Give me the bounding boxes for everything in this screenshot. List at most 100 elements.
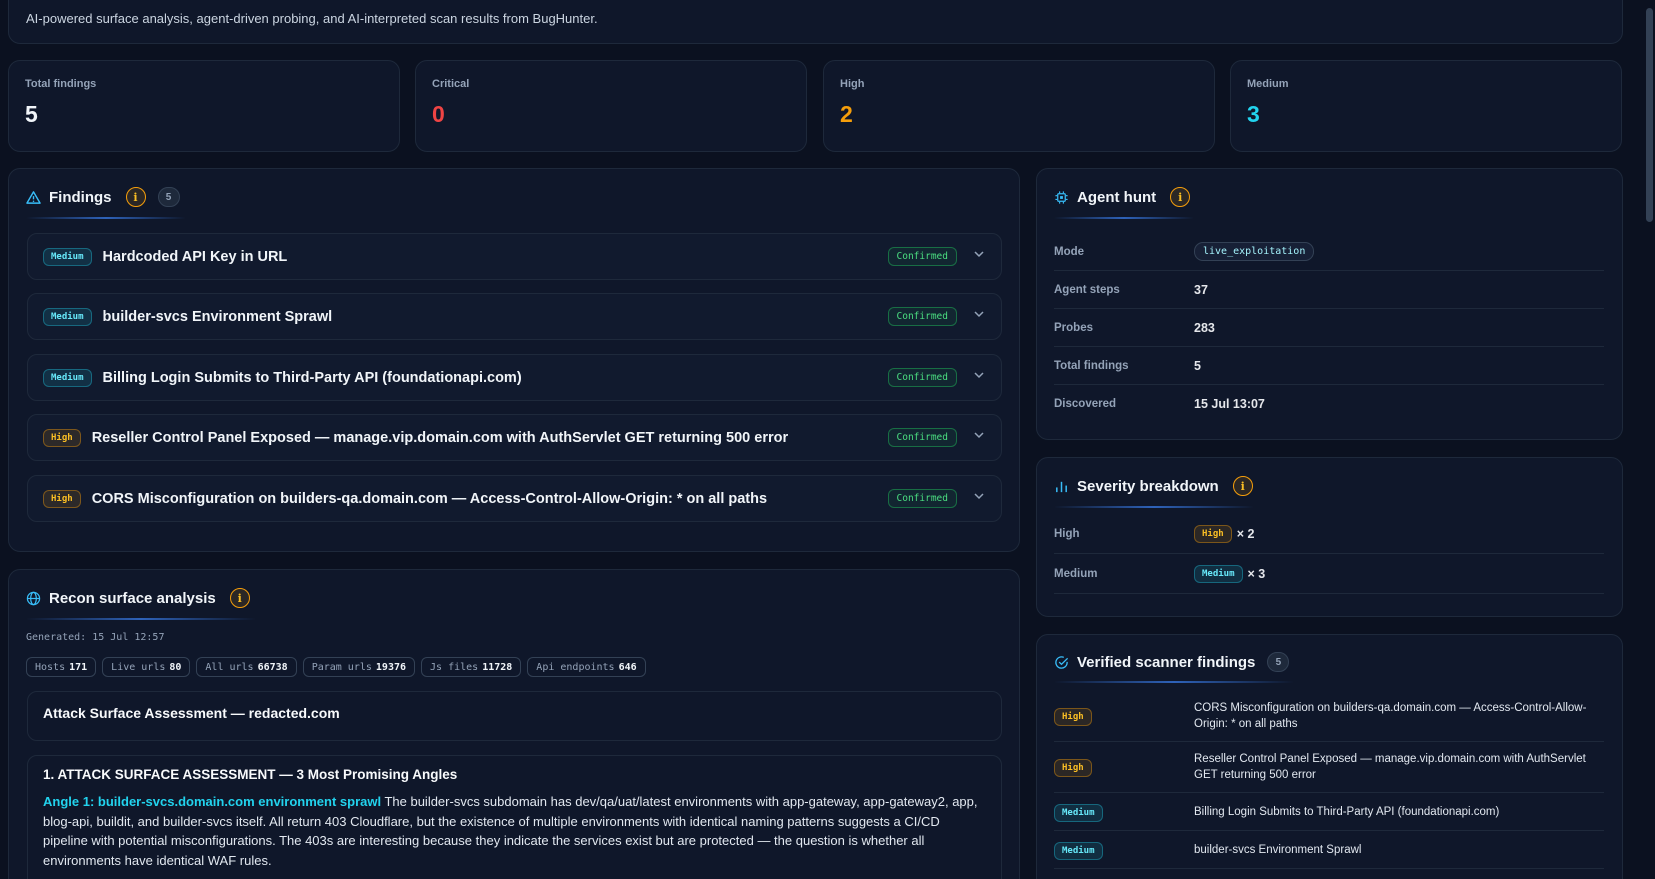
stat-card-critical: Critical 0: [415, 60, 807, 152]
section-underline: [26, 618, 256, 620]
severity-badge: Medium: [43, 307, 92, 326]
mode-badge: live_exploitation: [1194, 242, 1315, 261]
kv-row-probes: Probes 283: [1054, 309, 1604, 347]
section-underline: [1054, 217, 1194, 219]
assessment-title: Attack Surface Assessment — redacted.com: [43, 705, 340, 721]
findings-panel: Findings i 5 Medium Hardcoded API Key in…: [8, 168, 1020, 552]
verified-finding-title: builder-svcs Environment Sprawl: [1194, 843, 1362, 856]
chevron-down-icon[interactable]: [973, 308, 985, 320]
verified-finding-title: Billing Login Submits to Third-Party API…: [1194, 805, 1500, 818]
bar-chart-icon: [1056, 481, 1067, 492]
severity-breakdown-panel: Severity breakdown i High High × 2 Mediu…: [1036, 457, 1623, 617]
severity-badge: High: [1194, 524, 1232, 543]
scrollbar-thumb[interactable]: [1646, 8, 1653, 222]
findings-count: 5: [157, 187, 180, 207]
finding-title: Hardcoded API Key in URL: [102, 248, 288, 265]
info-icon[interactable]: i: [1232, 476, 1253, 496]
verified-count: 5: [1267, 652, 1290, 672]
status-badge: Confirmed: [887, 247, 957, 266]
severity-badge: High: [43, 489, 81, 508]
stat-value: 5: [25, 101, 38, 127]
severity-row-high: High High × 2: [1054, 514, 1604, 554]
chevron-down-icon[interactable]: [973, 369, 985, 381]
page-header: AI-powered surface analysis, agent-drive…: [8, 0, 1623, 44]
chip-icon: [1055, 190, 1068, 204]
stat-chip: Hosts 171: [26, 657, 97, 677]
stat-value: 2: [840, 101, 853, 127]
severity-badge: Medium: [1054, 803, 1103, 822]
stat-label: High: [840, 78, 865, 90]
finding-title: Reseller Control Panel Exposed — manage.…: [91, 429, 789, 446]
generated-timestamp: Generated: 15 Jul 12:57: [26, 632, 165, 643]
info-icon[interactable]: i: [1170, 187, 1191, 207]
verified-row[interactable]: High Reseller Control Panel Exposed — ma…: [1054, 742, 1604, 793]
kv-row-discovered: Discovered 15 Jul 13:07: [1054, 397, 1265, 411]
stat-chip: Js files 11728: [421, 657, 522, 677]
verified-row[interactable]: High CORS Misconfiguration on builders-q…: [1054, 691, 1604, 742]
status-badge: Confirmed: [887, 489, 957, 508]
stat-label: Medium: [1247, 78, 1289, 90]
section-heading: 1. ATTACK SURFACE ASSESSMENT — 3 Most Pr…: [43, 767, 458, 782]
stat-value: 0: [432, 101, 445, 127]
status-badge: Confirmed: [887, 428, 957, 447]
verified-title: Verified scanner findings: [1077, 653, 1256, 671]
verified-row[interactable]: Medium Billing Login Submits to Third-Pa…: [1054, 793, 1604, 831]
verified-finding-title: Reseller Control Panel Exposed — manage.…: [1194, 753, 1586, 781]
finding-row[interactable]: Medium Hardcoded API Key in URL Confirme…: [27, 233, 1002, 280]
chevron-down-icon[interactable]: [973, 248, 985, 260]
recon-stats: Hosts 171 Live urls 80 All urls 66738 Param…: [26, 657, 646, 677]
agent-hunt-panel: Agent hunt i Mode live_exploitation Agen…: [1036, 168, 1623, 440]
severity-badge: High: [1054, 759, 1092, 777]
stat-value: 3: [1247, 101, 1260, 127]
recon-panel: Recon surface analysis i Generated: 15 J…: [8, 569, 1020, 879]
severity-badge: Medium: [43, 368, 92, 387]
recon-header: Recon surface analysis i: [26, 588, 250, 608]
verified-row[interactable]: Medium builder-svcs Environment Sprawl: [1054, 831, 1604, 869]
section-underline: [1054, 506, 1254, 508]
stat-chip: All urls 66738: [196, 657, 297, 677]
finding-row[interactable]: High Reseller Control Panel Exposed — ma…: [27, 414, 1002, 461]
severity-count: × 3: [1247, 566, 1266, 581]
severity-badge: High: [1054, 708, 1092, 726]
angles-card: 1. ATTACK SURFACE ASSESSMENT — 3 Most Pr…: [27, 755, 1002, 879]
status-badge: Confirmed: [887, 368, 957, 387]
section-underline: [26, 217, 186, 219]
stat-label: Critical: [432, 78, 470, 90]
page-scrollbar[interactable]: [1645, 0, 1655, 879]
angle-paragraph: Angle 1: builder-svcs.domain.com environ…: [43, 792, 988, 870]
stat-chip: Live urls 80: [102, 657, 191, 677]
finding-row[interactable]: Medium Billing Login Submits to Third-Pa…: [27, 354, 1002, 401]
chevron-down-icon[interactable]: [973, 429, 985, 441]
severity-header: Severity breakdown i: [1054, 476, 1253, 496]
finding-title: builder-svcs Environment Sprawl: [102, 308, 333, 325]
stat-card-medium: Medium 3: [1230, 60, 1622, 152]
stat-chip: Param urls 19376: [302, 657, 416, 677]
warning-icon: [26, 190, 41, 204]
kv-row-steps: Agent steps 37: [1054, 271, 1604, 309]
stat-label: Total findings: [25, 78, 97, 90]
stat-card-high: High 2: [823, 60, 1215, 152]
severity-badge: Medium: [43, 247, 92, 266]
agent-title: Agent hunt: [1077, 188, 1157, 206]
stat-chip: Api endpoints 646: [527, 657, 646, 677]
recon-title: Recon surface analysis: [49, 589, 216, 607]
verified-header: Verified scanner findings 5: [1054, 652, 1290, 672]
assessment-card: Attack Surface Assessment — redacted.com: [27, 691, 1002, 741]
finding-title: Billing Login Submits to Third-Party API…: [102, 369, 522, 386]
finding-title: CORS Misconfiguration on builders-qa.dom…: [91, 490, 768, 507]
finding-row[interactable]: High CORS Misconfiguration on builders-q…: [27, 475, 1002, 522]
severity-count: × 2: [1236, 526, 1255, 541]
severity-row-medium: Medium Medium × 3: [1054, 554, 1604, 594]
info-icon[interactable]: i: [229, 588, 250, 608]
verified-finding-title: CORS Misconfiguration on builders-qa.dom…: [1194, 702, 1587, 730]
finding-row[interactable]: Medium builder-svcs Environment Sprawl C…: [27, 293, 1002, 340]
kv-row-total: Total findings 5: [1054, 347, 1604, 385]
findings-header: Findings i 5: [26, 187, 180, 207]
chevron-down-icon[interactable]: [973, 490, 985, 502]
agent-header: Agent hunt i: [1054, 187, 1191, 207]
severity-badge: Medium: [1054, 841, 1103, 860]
severity-title: Severity breakdown: [1077, 477, 1219, 495]
angle-label: Angle 1: builder-svcs.domain.com environ…: [43, 794, 382, 809]
info-icon[interactable]: i: [125, 187, 146, 207]
findings-title: Findings: [49, 188, 112, 206]
